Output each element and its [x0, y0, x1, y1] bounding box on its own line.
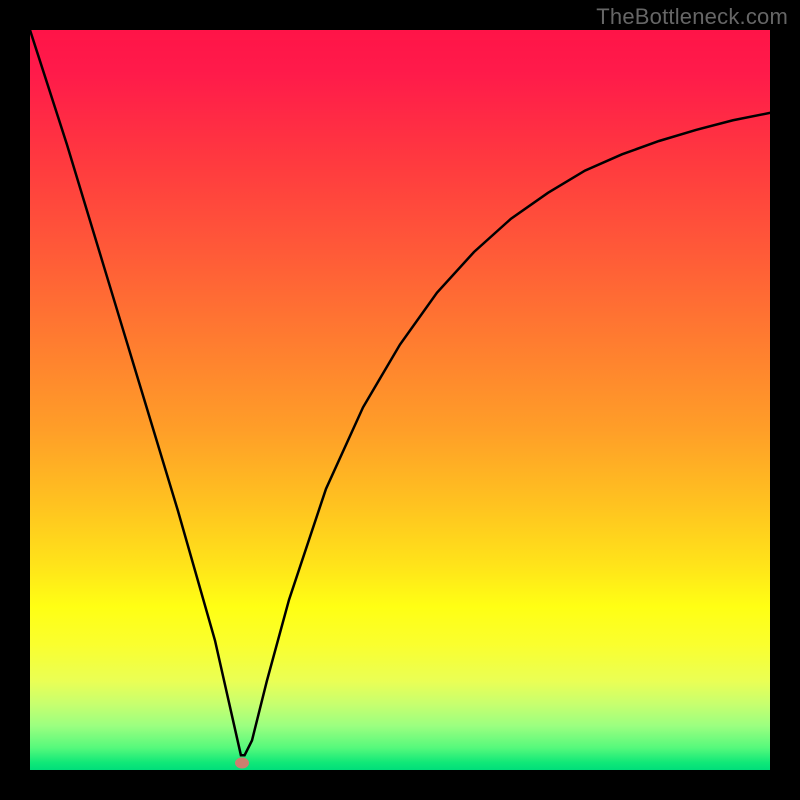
- bottleneck-curve-svg: [30, 30, 770, 770]
- chart-frame: TheBottleneck.com: [0, 0, 800, 800]
- bottleneck-curve: [30, 30, 770, 755]
- optimal-point-marker: [235, 757, 249, 768]
- watermark-text: TheBottleneck.com: [596, 4, 788, 30]
- plot-area: [30, 30, 770, 770]
